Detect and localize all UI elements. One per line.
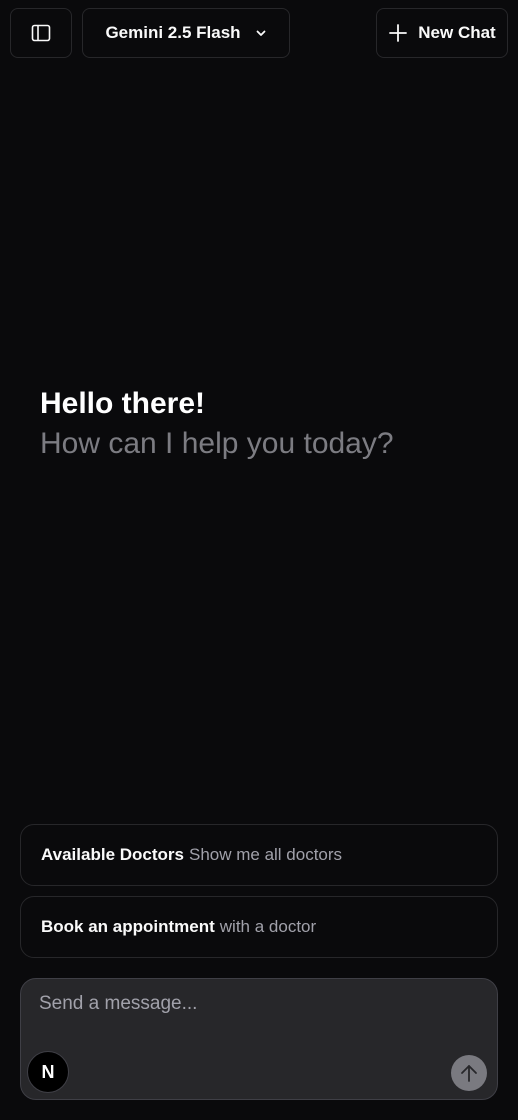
arrow-up-icon [461, 1065, 477, 1082]
sidebar-panel-icon [31, 24, 51, 42]
chevron-down-icon [256, 30, 265, 36]
suggestion-book-appointment[interactable]: Book an appointment with a doctor [20, 896, 498, 958]
suggestion-title: Available Doctors [41, 845, 184, 864]
model-selector[interactable]: Gemini 2.5 Flash [82, 8, 290, 58]
model-label: Gemini 2.5 Flash [105, 23, 241, 42]
logo-letter: N [41, 1061, 55, 1082]
suggestion-subtitle: with a doctor [219, 917, 317, 936]
nextjs-logo-icon[interactable]: N [27, 1051, 69, 1093]
send-button[interactable] [451, 1055, 487, 1091]
sidebar-toggle-button[interactable] [10, 8, 72, 58]
suggestion-subtitle: Show me all doctors [188, 845, 343, 864]
greeting: Hello there! How can I help you today? [40, 384, 394, 464]
suggestion-title: Book an appointment [41, 917, 215, 936]
greeting-subtitle: How can I help you today? [40, 427, 394, 460]
new-chat-label: New Chat [418, 23, 496, 42]
greeting-title: Hello there! [40, 387, 206, 420]
new-chat-button[interactable]: New Chat [376, 8, 508, 58]
suggestion-available-doctors[interactable]: Available Doctors Show me all doctors [20, 824, 498, 886]
plus-icon [389, 24, 408, 42]
message-composer: N [20, 978, 498, 1100]
message-input[interactable] [37, 991, 481, 1035]
